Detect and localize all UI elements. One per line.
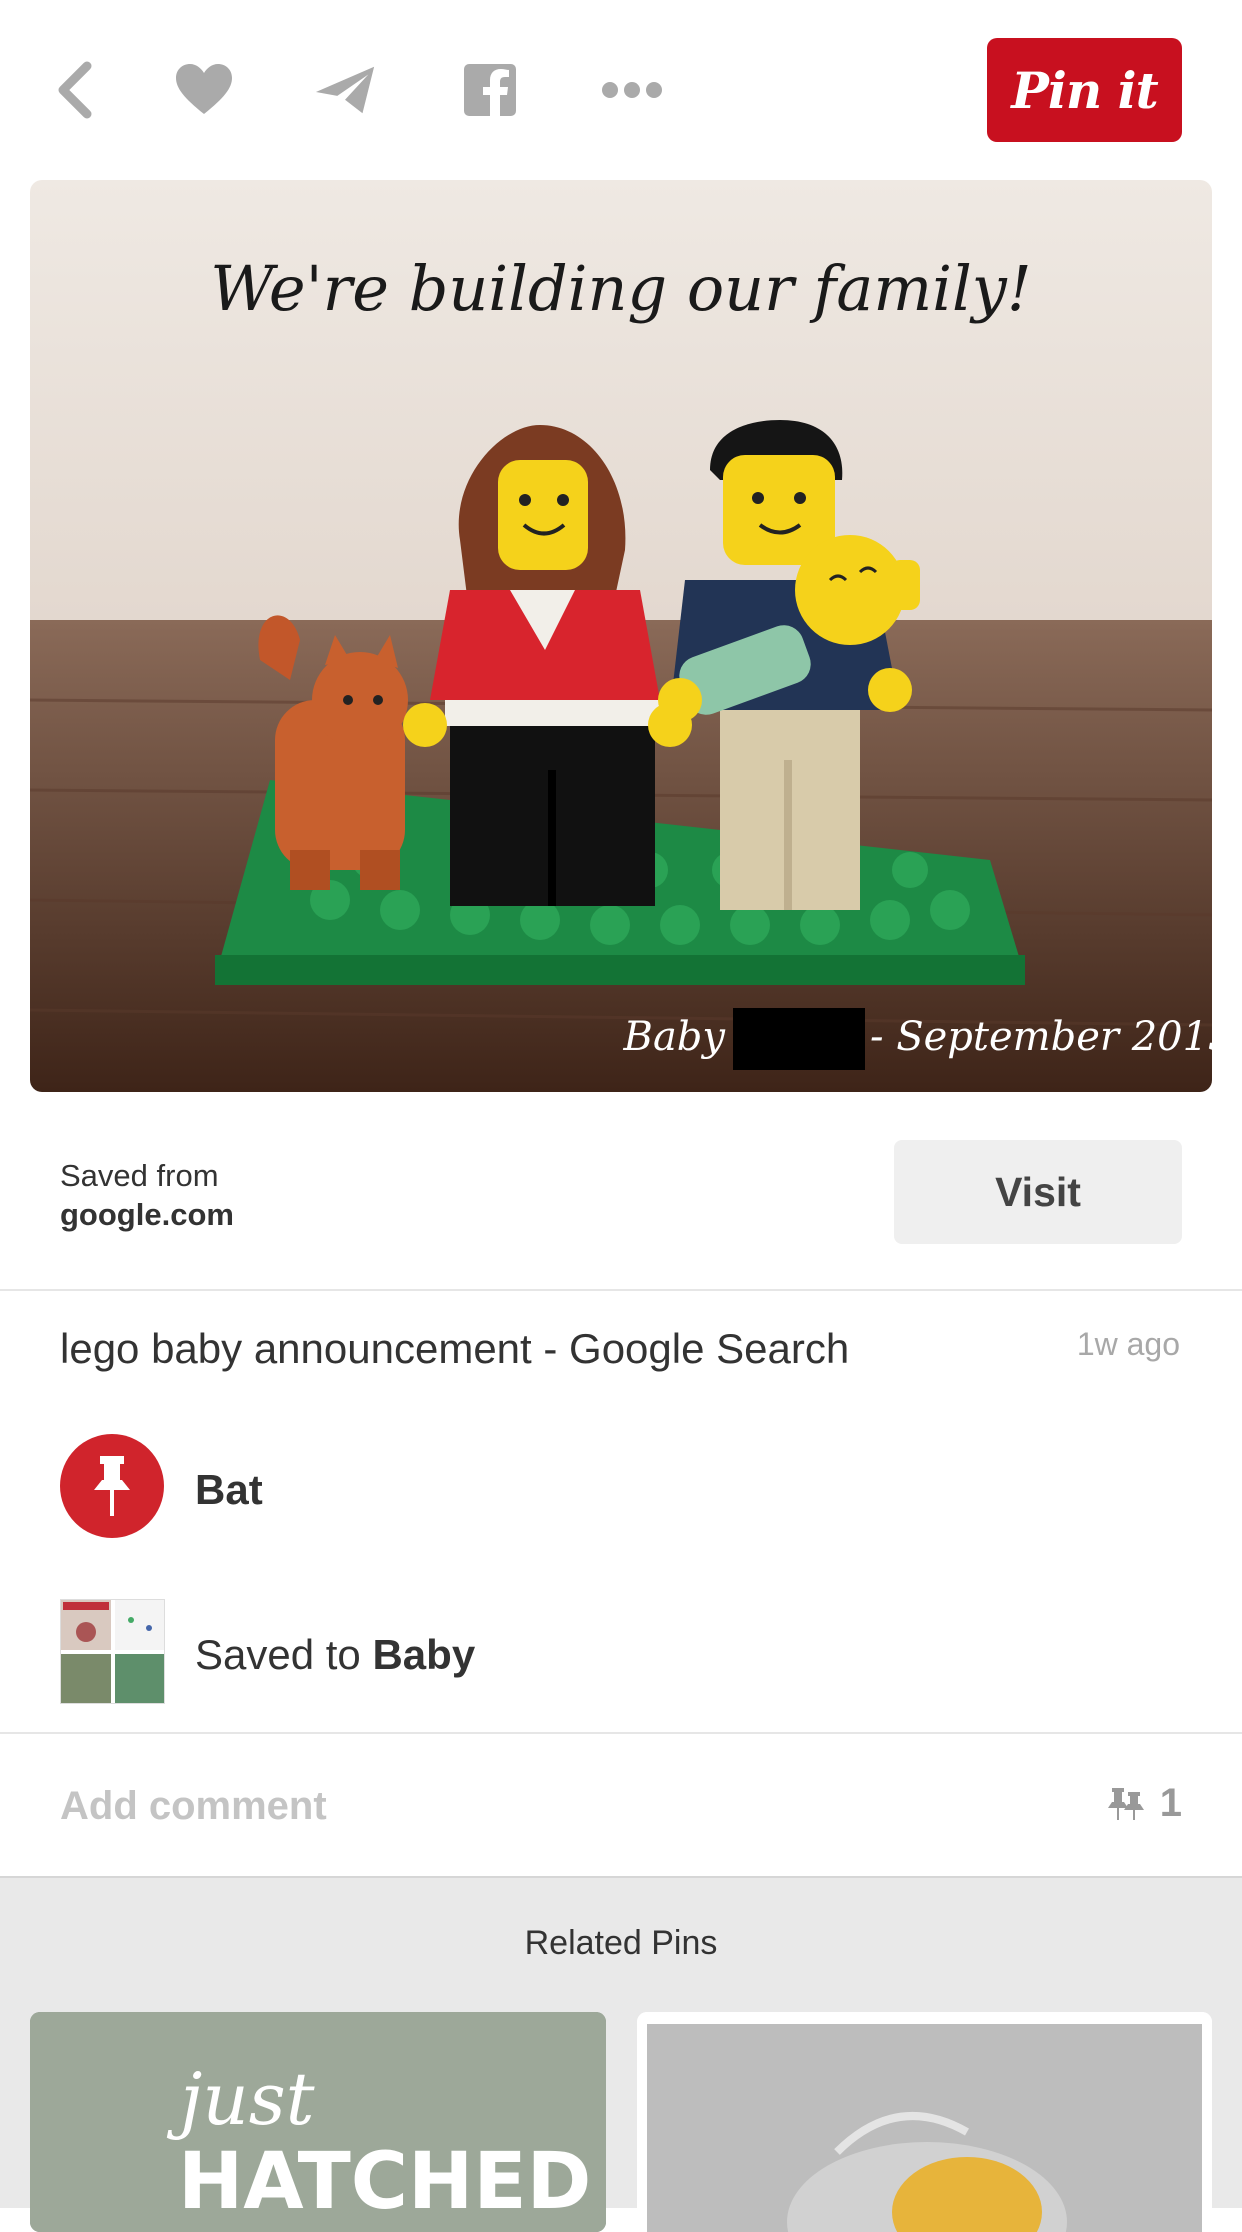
source-domain[interactable]: google.com [60, 1197, 234, 1233]
facebook-icon[interactable] [458, 58, 522, 122]
visit-button[interactable]: Visit [894, 1140, 1182, 1244]
related-pin-text-just: just [166, 2057, 316, 2141]
redaction-box [733, 1008, 865, 1070]
saved-from-label: Saved from [60, 1158, 219, 1193]
back-chevron-icon[interactable] [45, 58, 109, 122]
repin-count-value: 1 [1159, 1781, 1182, 1825]
related-pins-title: Related Pins [524, 1924, 718, 1962]
saved-to-prefix: Saved to [195, 1631, 373, 1678]
related-pin-card[interactable] [637, 2012, 1212, 2232]
related-pin-card[interactable]: just HATCHED [30, 2012, 606, 2232]
image-caption-right: - September 2015 [870, 1014, 1212, 1060]
divider [0, 1289, 1242, 1291]
repin-count[interactable]: 1 [1106, 1781, 1182, 1826]
repin-icon [1107, 1787, 1144, 1820]
image-headline: We're building our family! [210, 252, 1031, 325]
board-thumbnail[interactable] [60, 1599, 165, 1704]
user-avatar[interactable] [60, 1434, 164, 1538]
more-options-icon[interactable] [600, 58, 664, 122]
heart-icon[interactable] [172, 58, 236, 122]
saved-to-board[interactable]: Saved to Baby [195, 1631, 475, 1679]
divider [0, 1876, 1242, 1878]
related-pin-text-hatched: HATCHED [178, 2137, 591, 2227]
pin-it-button[interactable]: Pin it [987, 38, 1182, 142]
pin-description: lego baby announcement - Google Search [60, 1325, 850, 1372]
add-comment-input[interactable]: Add comment [60, 1784, 327, 1829]
divider [0, 1732, 1242, 1734]
user-name[interactable]: Bat [195, 1466, 263, 1514]
image-caption-left: Baby [623, 1014, 727, 1060]
pin-image[interactable]: We're building our family! Baby - Septem… [30, 180, 1212, 1092]
send-icon[interactable] [314, 58, 378, 122]
board-name[interactable]: Baby [372, 1631, 475, 1678]
pushpin-icon [94, 1456, 130, 1516]
pin-timestamp: 1w ago [1076, 1326, 1180, 1362]
